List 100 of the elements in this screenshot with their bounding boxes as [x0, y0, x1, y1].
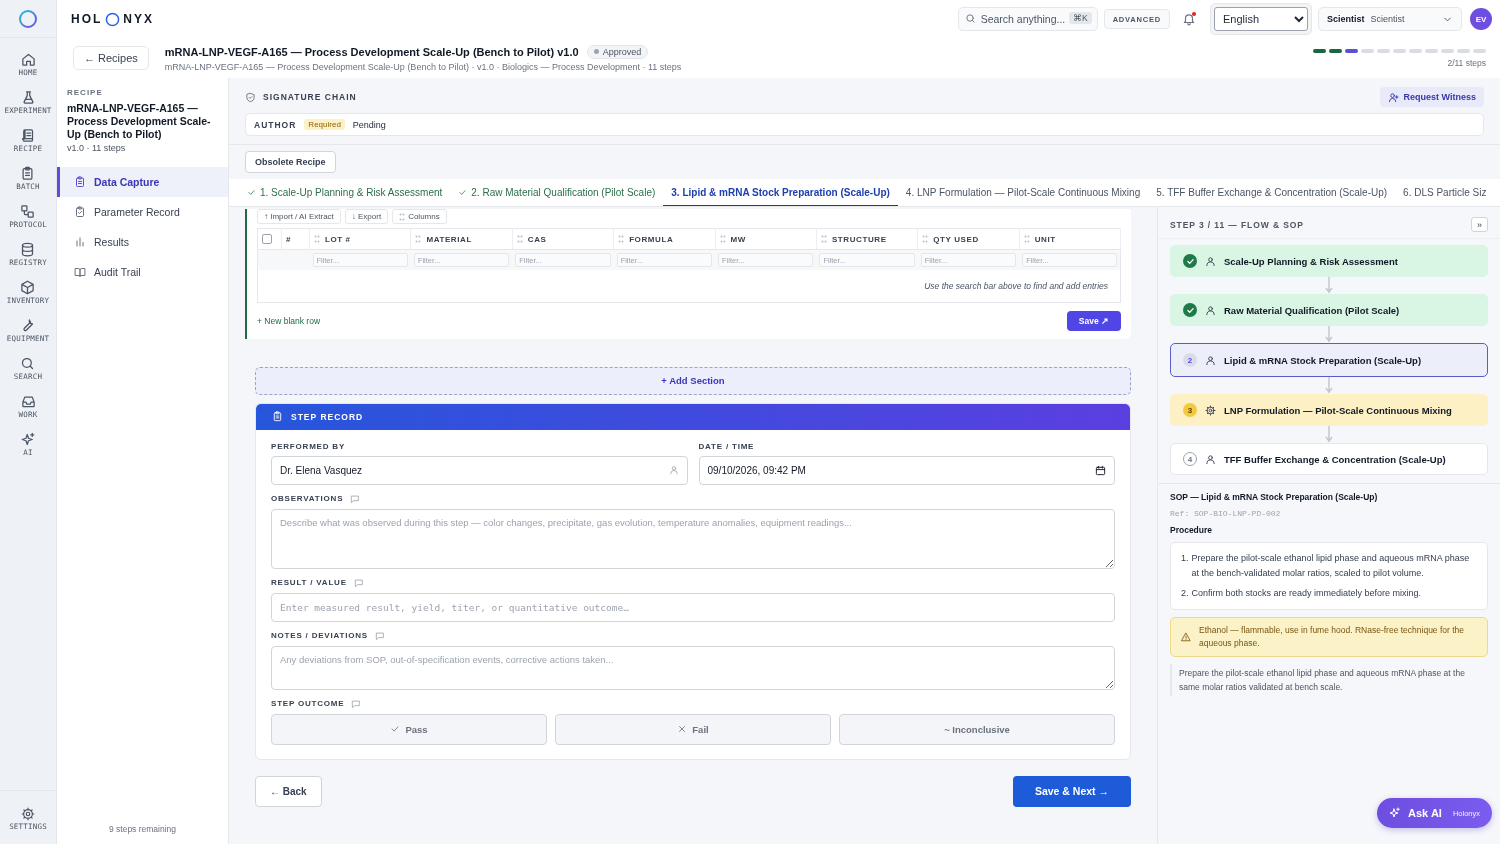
- step-tab[interactable]: 4. LNP Formulation — Pilot-Scale Continuous Mixing: [897, 179, 1149, 206]
- shield-icon: [245, 91, 256, 103]
- check-icon: [247, 187, 256, 197]
- required-tag: Required: [304, 119, 345, 130]
- toolbar-button[interactable]: ↓ Export: [344, 209, 389, 224]
- clipboard-icon: [74, 176, 86, 188]
- flow-arrow-icon: [1325, 277, 1333, 294]
- logo-text: NYX: [123, 12, 155, 26]
- field-label: DATE / TIME: [698, 441, 755, 451]
- column-header[interactable]: QTY USED: [917, 228, 1020, 250]
- person-icon: [1205, 304, 1216, 316]
- flow-arrow-icon: [1325, 377, 1333, 394]
- bell-icon[interactable]: [1182, 12, 1196, 26]
- step-tab[interactable]: 2. Raw Material Qualification (Pilot Scale): [450, 179, 664, 206]
- empty-message: Use the search bar above to find and add entries: [924, 280, 1108, 291]
- flow-arrow-icon: [1325, 426, 1333, 443]
- toolbar-button[interactable]: ↑ Import / AI Extract: [257, 209, 341, 224]
- step-number: 3: [1183, 403, 1197, 417]
- clipboard-icon: [272, 411, 283, 422]
- column-header[interactable]: MATERIAL: [410, 228, 513, 250]
- settings-icon: [21, 806, 35, 821]
- calendar-icon: [1095, 464, 1106, 476]
- procedure-label: Procedure: [1170, 525, 1214, 535]
- steps-remaining: 9 steps remaining: [107, 823, 178, 836]
- recipe-subtitle: mRNA-LNP-VEGF-A165 — Process Development Scale-Up (Bench to Pilot) · v1.0 · Biologics — Process Development · 11 steps: [164, 61, 683, 72]
- request-witness-button[interactable]: Request Witness: [1379, 87, 1484, 107]
- column-header[interactable]: UNIT: [1019, 228, 1121, 250]
- sop-note: Prepare the pilot-scale ethanol lipid phase and aqueous mRNA phase at the same molar ratios validated at bench scale.: [1170, 664, 1488, 696]
- obsolete-button[interactable]: Obsolete Recipe: [245, 151, 336, 173]
- clipboard-icon: [20, 166, 36, 181]
- user-avatar[interactable]: EV: [1470, 8, 1492, 30]
- flow-step[interactable]: Raw Material Qualification (Pilot Scale): [1170, 294, 1488, 326]
- sop-title: SOP — Lipid & mRNA Stock Preparation (Scale-Up): [1170, 492, 1379, 502]
- panel-nav-item[interactable]: Audit Trail: [57, 257, 228, 287]
- home-icon: [20, 52, 36, 67]
- panel-nav-item[interactable]: Results: [57, 227, 228, 257]
- database-icon: [20, 242, 36, 257]
- logo-icon[interactable]: [18, 8, 38, 29]
- save-next-button[interactable]: Save & Next →: [1012, 775, 1131, 807]
- recipe-name: mRNA-LNP-VEGF-A165 — Process Development Scale-Up (Bench to Pilot): [67, 102, 212, 141]
- close-icon: [677, 724, 688, 734]
- comment-icon: [351, 698, 362, 709]
- section-label: RECIPE: [67, 88, 104, 97]
- panel-nav-item[interactable]: Parameter Record: [57, 197, 228, 227]
- column-header[interactable]: #: [281, 228, 310, 250]
- check-icon: [390, 724, 401, 734]
- step-tab[interactable]: 3. Lipid & mRNA Stock Preparation (Scale-Up): [663, 179, 898, 206]
- sop-reference: Ref: SOP-BIO-LNP-PD-002: [1170, 509, 1282, 518]
- date-time-field[interactable]: 09/10/2026, 09:42 PM: [698, 455, 1115, 485]
- notes-field[interactable]: Any deviations from SOP, out-of-specification events, corrective actions taken...: [271, 645, 1115, 690]
- step-tab[interactable]: 6. DLS Particle Siz: [1395, 179, 1495, 206]
- drag-handle-icon: [415, 235, 422, 243]
- back-button[interactable]: ← Back: [255, 775, 322, 807]
- person-icon: [1205, 354, 1216, 366]
- outcome-option[interactable]: ~ Inconclusive: [839, 713, 1115, 745]
- nodes-icon: [20, 204, 36, 219]
- panel-title: STEP 3 / 11 — FLOW & SOP: [1170, 219, 1304, 230]
- flow-step[interactable]: Scale-Up Planning & Risk Assessment: [1170, 245, 1488, 277]
- field-label: NOTES / DEVIATIONS: [271, 631, 368, 640]
- new-row-link[interactable]: + New blank row: [257, 315, 321, 326]
- flow-step[interactable]: 2 Lipid & mRNA Stock Preparation (Scale-Up): [1170, 343, 1488, 377]
- step-tab[interactable]: 5. TFF Buffer Exchange & Concentration (Scale-Up): [1148, 179, 1396, 206]
- column-header[interactable]: FORMULA: [613, 228, 715, 250]
- inbox-icon: [20, 394, 36, 409]
- role-select[interactable]: Scientist Scientist: [1318, 7, 1462, 31]
- back-button[interactable]: ← Recipes: [73, 46, 149, 70]
- flow-step[interactable]: 3 LNP Formulation — Pilot-Scale Continuous Mixing: [1170, 394, 1488, 426]
- outcome-option[interactable]: Fail: [555, 713, 831, 745]
- status-badge: Approved: [586, 44, 649, 59]
- language-select[interactable]: English: [1214, 7, 1308, 31]
- panel-nav-item[interactable]: Data Capture: [57, 167, 228, 197]
- book-icon: [74, 266, 86, 278]
- observations-field[interactable]: Describe what was observed during this step — color changes, precipitate, gas evolution, temperature anomalies, equipment readings...: [271, 508, 1115, 569]
- flow-step[interactable]: 4 TFF Buffer Exchange & Concentration (Scale-Up): [1170, 443, 1488, 475]
- field-label: PERFORMED BY: [271, 441, 346, 451]
- add-section-button[interactable]: + Add Section: [255, 366, 1131, 395]
- performed-by-field[interactable]: Dr. Elena Vasquez: [271, 455, 688, 485]
- search-icon: [20, 356, 36, 371]
- signer-status: Pending: [352, 119, 386, 130]
- result-field[interactable]: Enter measured result, yield, titer, or quantitative outcome…: [271, 592, 1115, 622]
- clipboard-check-icon: [74, 206, 86, 218]
- collapse-button[interactable]: »: [1471, 217, 1488, 232]
- flow-arrow-icon: [1325, 326, 1333, 343]
- select-all-checkbox[interactable]: [262, 234, 272, 244]
- field-label: OBSERVATIONS: [271, 494, 344, 503]
- column-header[interactable]: STRUCTURE: [816, 228, 918, 250]
- save-button[interactable]: Save ↗: [1066, 310, 1121, 331]
- recipe-meta: v1.0 · 11 steps: [67, 143, 127, 153]
- procedure-step: 2. Confirm both stocks are ready immediately before mixing.: [1181, 586, 1477, 601]
- signer-role: AUTHOR: [254, 119, 297, 130]
- outcome-option[interactable]: Pass: [271, 713, 547, 745]
- procedure-step: 1. Prepare the pilot-scale ethanol lipid phase and aqueous mRNA phase at the bench-validated molar ratios, scaled to pilot volume.: [1181, 551, 1477, 581]
- column-header[interactable]: LOT #: [309, 228, 411, 250]
- toolbar-button[interactable]: Columns: [392, 209, 447, 224]
- column-header[interactable]: CAS: [512, 228, 614, 250]
- step-tab[interactable]: 1. Scale-Up Planning & Risk Assessment: [239, 179, 451, 206]
- person-icon: [668, 464, 679, 475]
- warning-icon: [1181, 632, 1191, 642]
- column-header[interactable]: MW: [715, 228, 817, 250]
- sparkle-icon: [20, 432, 36, 447]
